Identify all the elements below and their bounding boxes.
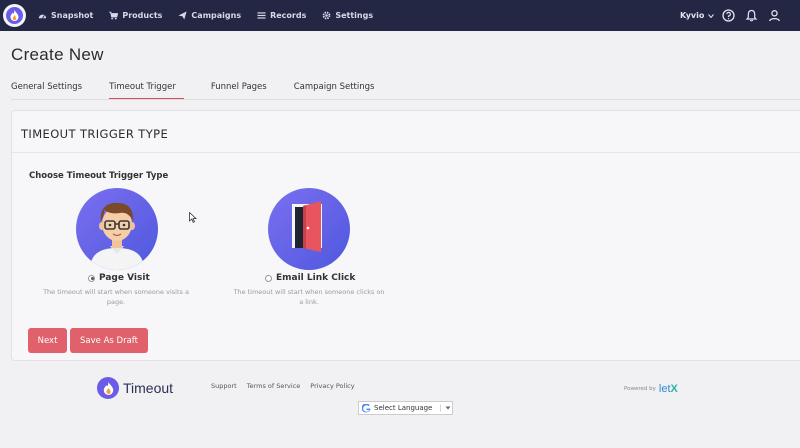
flame-icon <box>10 10 19 21</box>
cart-icon <box>109 11 119 20</box>
panel-divider <box>12 152 800 153</box>
radio-email-link-click[interactable]: Email Link Click <box>265 273 355 283</box>
flame-icon <box>97 377 119 399</box>
nav-campaigns[interactable]: Campaigns <box>178 11 241 20</box>
nav-settings[interactable]: Settings <box>322 11 373 20</box>
nav-label: Campaigns <box>191 11 242 20</box>
powered-by-label: Powered by <box>624 386 656 392</box>
top-navbar: Snapshot Products Campaigns Records Sett… <box>0 0 800 31</box>
footer-logo[interactable]: Timeout <box>97 377 173 399</box>
chevron-down-icon <box>708 13 715 18</box>
radio-page-visit[interactable]: Page Visit <box>88 273 150 283</box>
footer-links: Support Terms of Service Privacy Policy <box>211 382 355 390</box>
help-icon[interactable] <box>722 9 735 22</box>
page-title: Create New <box>11 45 104 64</box>
panel-heading: TIMEOUT TRIGGER TYPE <box>21 127 169 141</box>
option-label: Email Link Click <box>276 273 356 283</box>
nav-snapshot[interactable]: Snapshot <box>38 11 93 20</box>
radio-button-selected[interactable] <box>88 274 95 282</box>
footer-link-terms[interactable]: Terms of Service <box>247 382 301 390</box>
bell-icon[interactable] <box>745 9 758 22</box>
tab-bar: General Settings Timeout Trigger Funnel … <box>11 82 374 99</box>
user-menu[interactable]: Kyvio <box>680 0 715 31</box>
mouse-cursor-icon <box>189 212 197 223</box>
footer-logo-text: Timeout <box>123 380 174 396</box>
dashboard-icon <box>38 14 47 19</box>
tab-general-settings[interactable]: General Settings <box>11 82 82 99</box>
brand-x: X <box>670 383 678 395</box>
gear-icon <box>322 11 331 20</box>
door-icon <box>292 201 322 252</box>
footer-link-privacy[interactable]: Privacy Policy <box>310 382 354 390</box>
page-visit-illustration[interactable] <box>76 188 158 270</box>
nav-label: Products <box>122 11 163 20</box>
username: Kyvio <box>680 11 705 20</box>
desc-line: The timeout will start when someone visi… <box>43 288 189 296</box>
desc-line: a link. <box>299 298 319 306</box>
option-label: Page Visit <box>99 273 150 283</box>
nav-products[interactable]: Products <box>109 11 162 20</box>
email-link-description: The timeout will start when someone clic… <box>216 287 402 307</box>
desc-line: The timeout will start when someone clic… <box>233 288 385 296</box>
nav-label: Snapshot <box>51 11 94 20</box>
footer-link-support[interactable]: Support <box>211 382 237 390</box>
nav-label: Records <box>270 11 307 20</box>
tab-divider <box>11 99 800 100</box>
paper-plane-icon <box>178 11 187 20</box>
tab-campaign-settings[interactable]: Campaign Settings <box>294 82 375 99</box>
nav-records[interactable]: Records <box>257 11 306 20</box>
letx-brand[interactable]: letX <box>659 383 678 395</box>
email-link-illustration[interactable] <box>268 188 350 270</box>
powered-by: Powered by letX <box>624 383 678 395</box>
tab-timeout-trigger[interactable]: Timeout Trigger <box>109 82 184 99</box>
language-label: Select Language <box>374 404 433 412</box>
choose-trigger-label: Choose Timeout Trigger Type <box>29 171 169 181</box>
nav-label: Settings <box>335 11 374 20</box>
brand-name: let <box>658 383 671 395</box>
dropdown-arrow-icon <box>445 406 451 410</box>
user-icon[interactable] <box>768 9 781 22</box>
page-visit-description: The timeout will start when someone visi… <box>26 287 206 307</box>
main-nav: Snapshot Products Campaigns Records Sett… <box>38 0 373 31</box>
google-icon <box>362 403 371 412</box>
tab-funnel-pages[interactable]: Funnel Pages <box>211 82 267 99</box>
radio-button[interactable] <box>265 274 272 282</box>
desc-line: page. <box>106 298 126 306</box>
separator: | <box>439 404 442 412</box>
person-avatar-icon <box>90 202 144 270</box>
save-draft-button[interactable]: Save As Draft <box>70 328 148 353</box>
language-select[interactable]: Select Language | <box>358 401 453 415</box>
list-icon <box>257 12 266 19</box>
next-button[interactable]: Next <box>28 328 67 353</box>
app-logo[interactable] <box>3 4 26 27</box>
